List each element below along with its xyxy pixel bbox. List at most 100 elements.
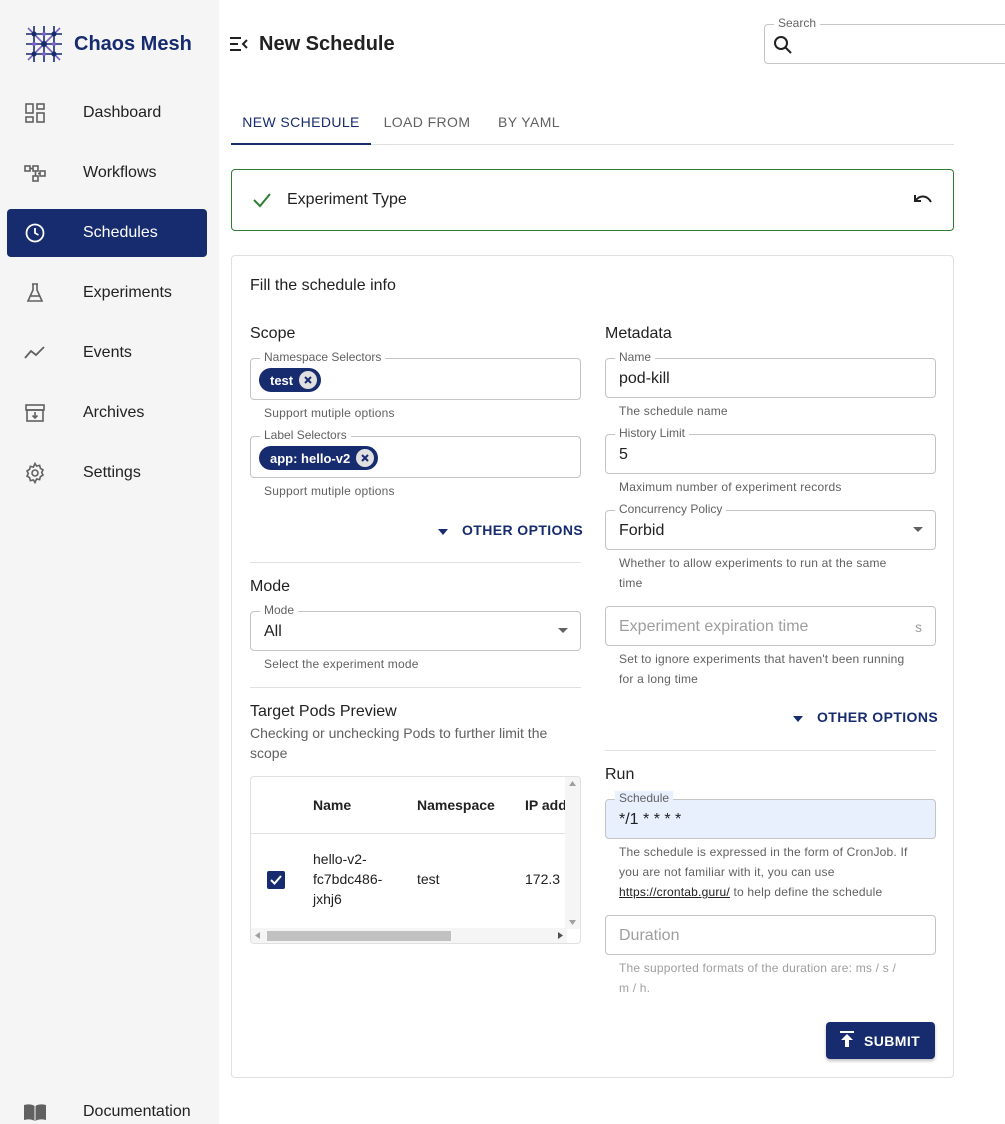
submit-label: SUBMIT [864, 1032, 921, 1049]
schedule-form-panel: Fill the schedule info Scope Namespace S… [231, 255, 954, 1078]
duration-placeholder: Duration [619, 927, 680, 944]
mode-select[interactable]: Mode All [250, 603, 581, 651]
mode-helper: Select the experiment mode [264, 657, 419, 671]
undo-icon[interactable] [912, 190, 934, 217]
chip-remove-icon[interactable] [356, 449, 375, 467]
label-helper: Support mutiple options [264, 484, 395, 498]
expiration-time-field[interactable]: Experiment expiration time s [605, 606, 936, 646]
expiration-helper-line2: for a long time [619, 672, 699, 686]
concurrency-policy-label: Concurrency Policy [615, 502, 727, 516]
check-icon [252, 190, 272, 215]
scope-other-options-button[interactable]: OTHER OPTIONS [438, 522, 583, 538]
namespace-chip[interactable]: test [259, 368, 322, 392]
horizontal-scrollbar[interactable] [251, 928, 567, 943]
vertical-scrollbar[interactable] [565, 777, 580, 929]
expiration-placeholder: Experiment expiration time [619, 618, 809, 635]
divider [250, 687, 581, 688]
namespace-helper: Support mutiple options [264, 406, 395, 420]
sidebar: Chaos Mesh Dashboard Workflows Schedules [0, 0, 219, 1124]
sidebar-item-dashboard[interactable]: Dashboard [7, 89, 207, 137]
dashboard-icon [21, 99, 49, 127]
sidebar-item-events[interactable]: Events [7, 329, 207, 377]
schedule-value: */1 * * * * [619, 811, 682, 828]
pod-checkbox[interactable] [267, 871, 285, 889]
scrollbar-thumb[interactable] [267, 931, 451, 941]
other-options-label: OTHER OPTIONS [817, 709, 939, 725]
menu-collapse-icon[interactable] [228, 33, 250, 55]
mode-label: Mode [260, 603, 299, 617]
search-input[interactable]: Search [764, 16, 1005, 64]
pod-ip-cell: 172.3 [525, 871, 561, 887]
pod-name-line: hello-v2- [313, 851, 367, 867]
label-selectors-label: Label Selectors [260, 428, 351, 442]
history-limit-helper: Maximum number of experiment records [619, 480, 842, 494]
sidebar-item-workflows[interactable]: Workflows [7, 149, 207, 197]
divider [250, 562, 581, 563]
tab-new-schedule[interactable]: NEW SCHEDULE [231, 100, 371, 145]
sidebar-item-label: Experiments [83, 284, 172, 301]
chip-label: app: hello-v2 [270, 450, 351, 466]
pod-name-line: fc7bdc486- [313, 871, 383, 887]
tab-by-yaml[interactable]: BY YAML [483, 100, 575, 144]
label-chip[interactable]: app: hello-v2 [259, 446, 379, 470]
metadata-other-options-button[interactable]: OTHER OPTIONS [793, 709, 938, 725]
schedule-helper-tail: to help define the schedule [729, 885, 883, 899]
name-field[interactable]: Name pod-kill [605, 350, 936, 398]
sidebar-item-experiments[interactable]: Experiments [7, 269, 207, 317]
search-icon [773, 35, 793, 60]
app-name: Chaos Mesh [74, 32, 192, 55]
chip-remove-icon[interactable] [299, 371, 318, 389]
expiration-unit: s [915, 619, 922, 635]
submit-button[interactable]: SUBMIT [826, 1022, 935, 1059]
duration-helper-line1: The supported formats of the duration ar… [619, 961, 896, 975]
schedule-label: Schedule [615, 791, 674, 805]
archive-icon [21, 399, 49, 427]
sidebar-item-documentation[interactable]: Documentation [7, 1088, 207, 1124]
logo[interactable]: Chaos Mesh [22, 22, 192, 66]
schedule-helper-line1: The schedule is expressed in the form of… [619, 845, 908, 859]
target-pods-heading: Target Pods Preview [250, 703, 397, 720]
mode-value: All [264, 623, 282, 640]
sidebar-item-label: Schedules [83, 224, 158, 241]
tab-bar: NEW SCHEDULE LOAD FROM BY YAML [231, 100, 954, 145]
experiment-type-card: Experiment Type [231, 169, 954, 231]
name-value: pod-kill [619, 370, 670, 387]
other-options-label: OTHER OPTIONS [462, 522, 584, 538]
tab-load-from[interactable]: LOAD FROM [371, 100, 483, 144]
target-pods-table: Name Namespace IP add hello-v2- fc7bdc48… [250, 776, 581, 944]
documentation-label: Documentation [83, 1103, 191, 1120]
crontab-guru-link[interactable]: https://crontab.guru/ [619, 885, 730, 899]
flask-icon [21, 279, 49, 307]
column-header-ip: IP add [525, 797, 567, 813]
chaos-mesh-logo-icon [26, 26, 62, 62]
timeline-icon [21, 339, 49, 367]
pod-name-cell: hello-v2- fc7bdc486- jxhj6 [313, 849, 382, 909]
namespace-selectors-field[interactable]: Namespace Selectors test [250, 350, 581, 400]
workflows-icon [21, 159, 49, 187]
column-header-name: Name [313, 797, 352, 813]
sidebar-item-archives[interactable]: Archives [7, 389, 207, 437]
dropdown-arrow-icon [558, 628, 568, 633]
sidebar-item-label: Events [83, 344, 132, 361]
label-selectors-field[interactable]: Label Selectors app: hello-v2 [250, 428, 581, 478]
chip-label: test [270, 372, 294, 388]
concurrency-policy-value: Forbid [619, 522, 665, 539]
schedule-field[interactable]: Schedule */1 * * * * [605, 791, 936, 839]
concurrency-policy-select[interactable]: Concurrency Policy Forbid [605, 502, 936, 550]
page-title: New Schedule [259, 33, 395, 55]
sidebar-item-schedules[interactable]: Schedules [7, 209, 207, 257]
history-limit-field[interactable]: History Limit 5 [605, 426, 936, 474]
divider [605, 750, 936, 751]
expiration-helper-line1: Set to ignore experiments that haven't b… [619, 652, 905, 666]
sidebar-item-label: Settings [83, 464, 141, 481]
target-pods-description: Checking or unchecking Pods to further l… [250, 725, 548, 761]
metadata-heading: Metadata [605, 325, 672, 342]
duration-field[interactable]: Duration [605, 915, 936, 955]
name-helper: The schedule name [619, 404, 728, 418]
gear-icon [21, 459, 49, 487]
sidebar-item-settings[interactable]: Settings [7, 449, 207, 497]
history-limit-label: History Limit [615, 426, 690, 440]
run-heading: Run [605, 766, 635, 783]
schedule-helper-line3: https://crontab.guru/ to help define the… [619, 882, 882, 902]
sidebar-item-label: Dashboard [83, 104, 162, 121]
